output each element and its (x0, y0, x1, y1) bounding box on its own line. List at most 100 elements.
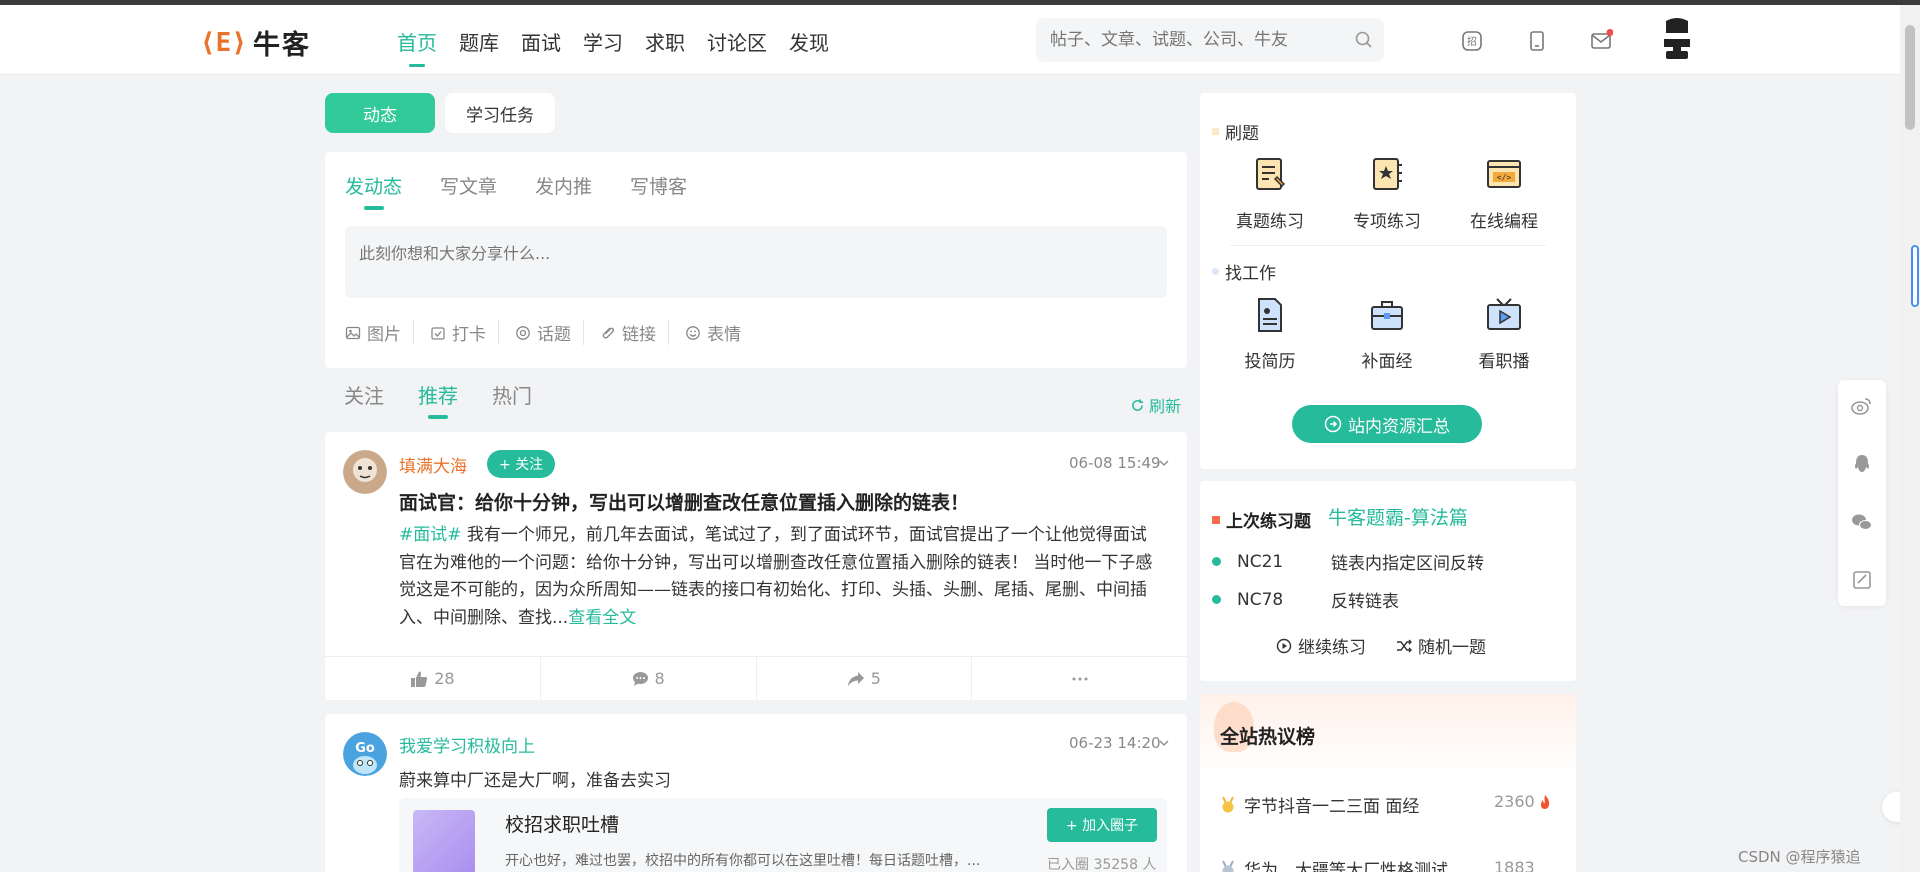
like-count: 28 (434, 669, 455, 688)
comment-button[interactable]: 8 (541, 657, 757, 700)
entry-submit-resume-label: 投简历 (1244, 352, 1296, 372)
gold-medal-icon (1222, 796, 1234, 812)
mail-icon[interactable] (1589, 29, 1613, 53)
joined-count: 已入圈 35258 人 (1047, 857, 1157, 872)
chevron-down-icon[interactable] (1159, 739, 1169, 747)
circle-card[interactable]: 校招求职吐槽 开心也好，难过也罢，校招中的所有你都可以在这里吐槽！每日话题吐槽，… (399, 798, 1167, 872)
post-body[interactable]: #面试# 我有一个师兄，前几年去面试，笔试过了，到了面试环节，面试官提出了一个让… (399, 522, 1159, 632)
section-dot (1212, 128, 1219, 135)
checkin-icon (431, 326, 445, 340)
avatar[interactable] (343, 450, 387, 494)
nav-interview[interactable]: 面试 (510, 5, 572, 75)
follow-button[interactable]: + 关注 (487, 450, 556, 478)
read-more-link[interactable]: 查看全文 (568, 608, 636, 628)
tool-checkin-label: 打卡 (452, 325, 486, 345)
tool-topic[interactable]: 话题 (498, 320, 583, 345)
image-icon (345, 326, 361, 339)
hot-topic-item[interactable]: 华为，大疆等大厂性格测试 (1220, 856, 1448, 872)
code-window-icon: </> (1487, 160, 1521, 188)
entry-interview-exp[interactable]: 补面经 (1332, 295, 1442, 372)
nav-home[interactable]: 首页 (386, 5, 448, 75)
share-count: 5 (870, 669, 881, 688)
tool-link[interactable]: 链接 (583, 320, 668, 345)
nav-discover[interactable]: 发现 (778, 5, 840, 75)
tab-post-moment[interactable]: 发动态 (345, 172, 402, 210)
tab-hot[interactable]: 热门 (492, 380, 532, 409)
refresh-button[interactable]: 刷新 (1130, 393, 1181, 417)
recruit-icon[interactable]: 招 (1460, 29, 1484, 53)
entry-online-coding[interactable]: </> 在线编程 (1449, 155, 1559, 232)
entry-real-questions-label: 真题练习 (1236, 212, 1304, 232)
tool-image[interactable]: 图片 (345, 320, 413, 345)
chevron-down-icon[interactable] (1159, 459, 1169, 467)
join-circle-button[interactable]: + 加入圈子 (1047, 808, 1157, 842)
link-circle-icon (1324, 415, 1342, 433)
nav-job[interactable]: 求职 (634, 5, 696, 75)
tool-emoji[interactable]: 表情 (668, 320, 753, 345)
hot-count-value: 2360 (1494, 792, 1535, 811)
resource-summary-button[interactable]: 站内资源汇总 (1292, 405, 1482, 443)
nav-learn[interactable]: 学习 (572, 5, 634, 75)
entry-submit-resume[interactable]: 投简历 (1215, 295, 1325, 372)
tool-checkin[interactable]: 打卡 (413, 320, 498, 345)
hot-topic-item[interactable]: 字节抖音一二三面 面经 (1220, 792, 1419, 817)
mobile-icon[interactable] (1525, 29, 1549, 53)
circle-title: 校招求职吐槽 (505, 814, 620, 836)
qq-icon[interactable] (1850, 452, 1874, 476)
entry-real-questions[interactable]: 真题练习 (1215, 155, 1325, 232)
tab-recommended[interactable]: 推荐 (418, 380, 458, 419)
tab-following[interactable]: 关注 (344, 380, 384, 409)
feed-tabs: 关注 推荐 热门 (344, 380, 532, 419)
briefcase-icon (1371, 301, 1403, 330)
post-text[interactable]: 蔚来算中厂还是大厂啊，准备去实习 (399, 766, 671, 791)
tool-emoji-label: 表情 (707, 325, 741, 345)
post-text: 我有一个师兄，前几年去面试，笔试过了，到了面试环节，面试官提出了一个让他觉得面试… (399, 525, 1153, 628)
random-question-label: 随机一题 (1418, 638, 1486, 658)
post-time: 06-08 15:49 (1069, 454, 1161, 472)
last-practice-link[interactable]: 牛客题霸-算法篇 (1328, 503, 1468, 530)
problem-item[interactable]: NC78 反转链表 (1212, 587, 1399, 612)
scrollbar[interactable] (1900, 5, 1920, 872)
tv-play-icon (1487, 298, 1521, 330)
scroll-indicator[interactable] (1911, 245, 1919, 307)
search-icon[interactable] (1354, 30, 1374, 50)
problem-item[interactable]: NC21 链表内指定区间反转 (1212, 549, 1484, 574)
share-button[interactable]: 5 (757, 657, 973, 700)
wechat-icon[interactable] (1850, 510, 1874, 534)
feed-post: 填满大海 + 关注 06-08 15:49 面试官：给你十分钟，写出可以增删查改… (325, 432, 1187, 700)
nav-question-bank[interactable]: 题库 (448, 5, 510, 75)
top-tabs: 动态 学习任务 (325, 93, 555, 133)
floating-share-bar (1838, 380, 1886, 606)
tab-write-blog[interactable]: 写博客 (630, 172, 687, 199)
continue-practice-button[interactable]: 继续练习 (1276, 633, 1366, 658)
tab-referral[interactable]: 发内推 (535, 172, 592, 199)
post-author[interactable]: 填满大海 (399, 452, 467, 477)
post-actions: 28 8 5 (325, 656, 1187, 700)
tab-feed[interactable]: 动态 (325, 93, 435, 133)
tab-study-tasks[interactable]: 学习任务 (445, 93, 555, 133)
feedback-icon[interactable] (1850, 568, 1874, 592)
hot-topics-card: 全站热议榜 字节抖音一二三面 面经 2360 华为，大疆等大厂性格测试 1883 (1200, 694, 1576, 872)
random-question-button[interactable]: 随机一题 (1396, 633, 1486, 658)
more-button[interactable] (972, 657, 1187, 700)
nav-discussion[interactable]: 讨论区 (696, 5, 778, 75)
comment-count: 8 (654, 669, 665, 688)
avatar[interactable]: Go (343, 732, 387, 776)
entry-career-live[interactable]: 看职播 (1449, 295, 1559, 372)
scroll-thumb[interactable] (1905, 25, 1915, 130)
last-practice-card: 上次练习题 牛客题霸-算法篇 NC21 链表内指定区间反转 NC78 反转链表 … (1200, 481, 1576, 681)
post-tag[interactable]: #面试# (399, 525, 462, 545)
user-avatar[interactable] (1662, 17, 1692, 61)
tab-write-article[interactable]: 写文章 (440, 172, 497, 199)
post-input[interactable] (345, 226, 1167, 298)
refresh-icon (1132, 398, 1144, 411)
entry-topic-practice[interactable]: 专项练习 (1332, 155, 1442, 232)
like-button[interactable]: 28 (325, 657, 541, 700)
logo[interactable]: ⟨E⟩ 牛客 (200, 23, 311, 62)
circle-description: 开心也好，难过也罢，校招中的所有你都可以在这里吐槽！每日话题吐槽，... (505, 853, 981, 869)
section-dot (1212, 268, 1219, 275)
search-input[interactable] (1036, 18, 1336, 62)
post-title[interactable]: 面试官：给你十分钟，写出可以增删查改任意位置插入删除的链表！ (399, 488, 969, 515)
weibo-icon[interactable] (1850, 394, 1874, 418)
post-author[interactable]: 我爱学习积极向上 (399, 732, 535, 757)
